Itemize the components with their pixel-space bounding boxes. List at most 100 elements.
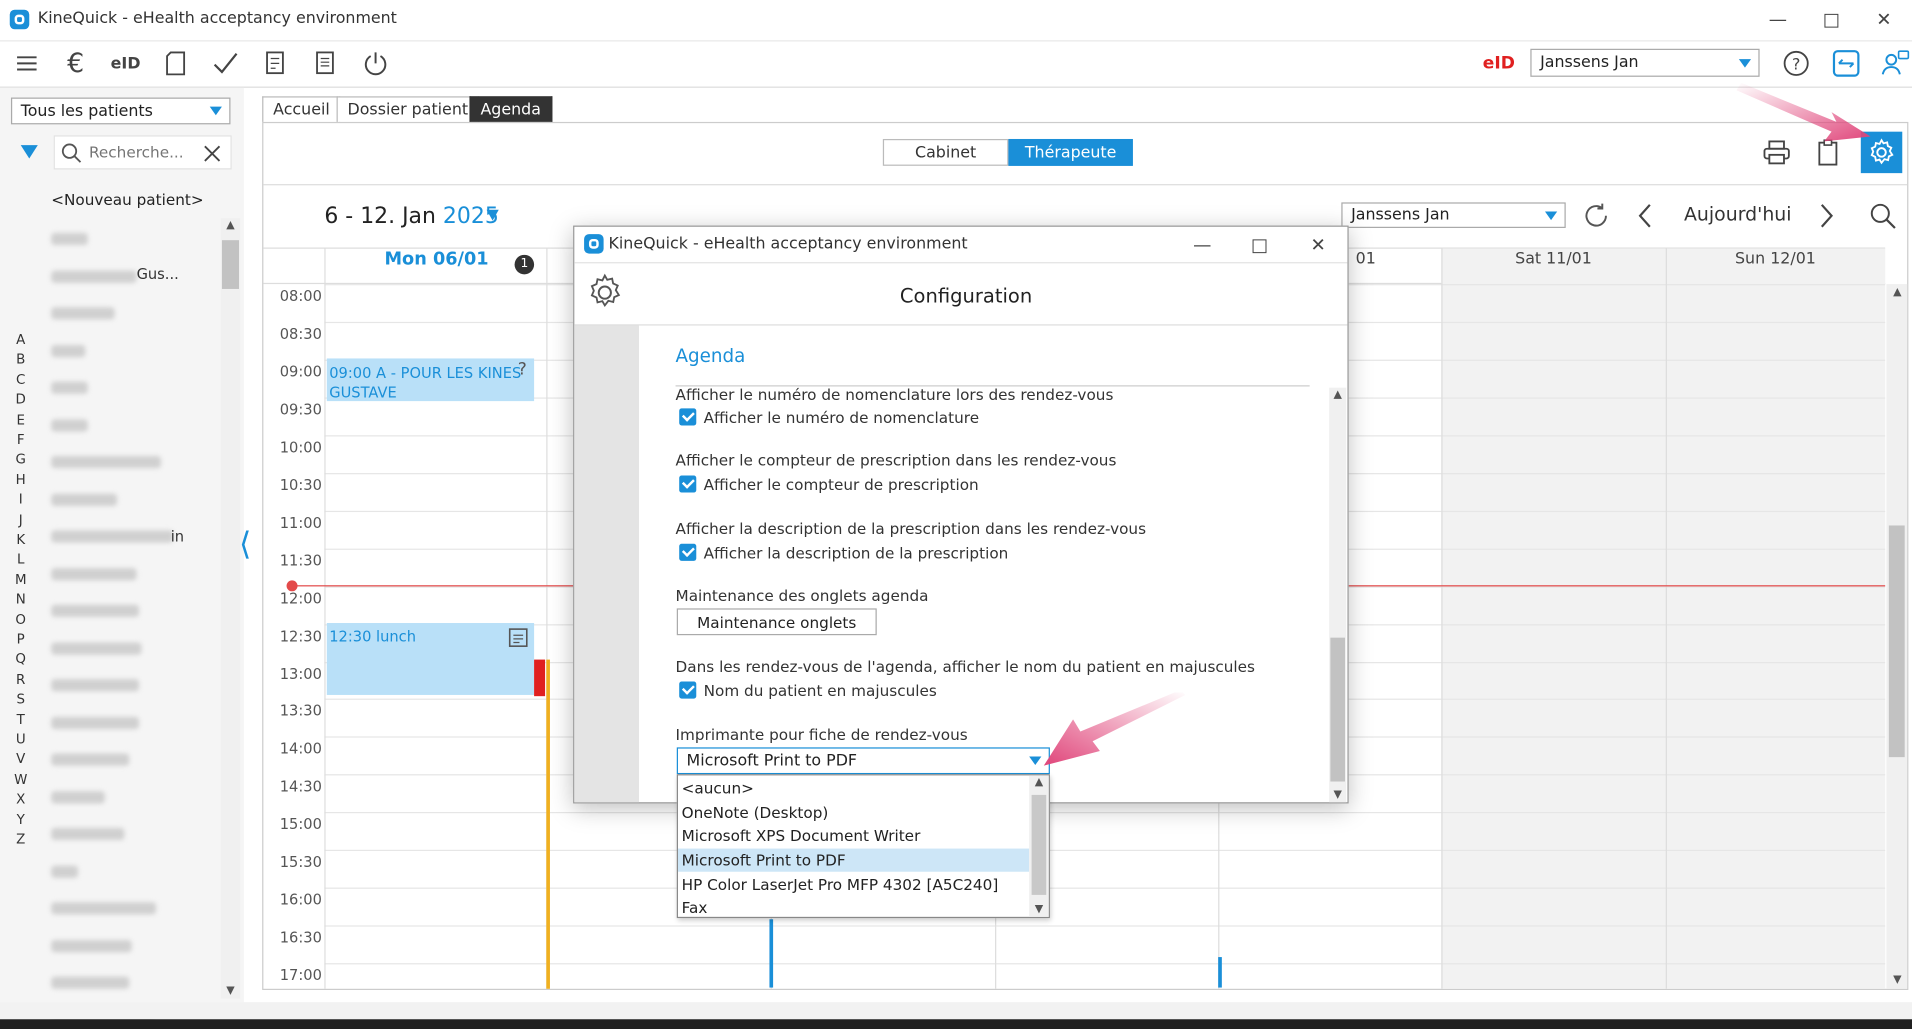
day-header-mon[interactable]: Mon 06/01 <box>327 250 546 270</box>
tab-accueil[interactable]: Accueil <box>262 96 341 122</box>
printer-option[interactable]: Fax <box>678 896 1029 920</box>
alphabet-letter-w[interactable]: W <box>13 772 28 788</box>
date-range[interactable]: 6 - 12. Jan 2025 <box>324 204 498 230</box>
alphabet-letter-m[interactable]: M <box>13 572 28 588</box>
alphabet-letter-j[interactable]: J <box>13 512 28 528</box>
minimize-button[interactable]: — <box>1756 1 1800 38</box>
printer-option[interactable]: OneNote (Desktop) <box>678 801 1029 825</box>
printer-option[interactable]: Microsoft Print to PDF <box>677 848 1030 873</box>
calendar-scrollbar[interactable]: ▲ ▼ <box>1886 284 1908 989</box>
printer-select[interactable]: Microsoft Print to PDF <box>676 747 1050 775</box>
printer-option[interactable]: Microsoft XPS Document Writer <box>678 824 1029 848</box>
user-select[interactable]: Janssens Jan <box>1530 48 1760 77</box>
check-icon[interactable] <box>209 46 243 80</box>
patient-list-item[interactable] <box>51 790 105 803</box>
dialog-minimize-button[interactable]: — <box>1180 227 1224 264</box>
search-input[interactable] <box>89 142 194 161</box>
alphabet-letter-c[interactable]: C <box>13 372 28 388</box>
euro-icon[interactable]: € <box>59 46 93 80</box>
dropdown-scrollbar[interactable]: ▲ ▼ <box>1029 775 1049 917</box>
chevron-down-icon[interactable] <box>486 209 499 221</box>
patient-list-item[interactable] <box>51 270 137 283</box>
patient-list-item[interactable] <box>51 493 118 506</box>
checkbox-compteur[interactable] <box>679 475 697 493</box>
patient-filter-select[interactable]: Tous les patients <box>10 97 231 125</box>
chevron-right-icon[interactable] <box>1810 199 1844 233</box>
refresh-icon[interactable] <box>1579 199 1613 233</box>
alphabet-letter-a[interactable]: A <box>13 332 28 348</box>
invoice-icon[interactable] <box>259 46 293 80</box>
patient-list-item[interactable] <box>51 679 140 692</box>
patient-list-item[interactable] <box>51 604 140 617</box>
dialog-close-button[interactable]: ✕ <box>1296 227 1340 264</box>
day-header-fri[interactable]: 01 <box>1347 250 1384 268</box>
alphabet-letter-g[interactable]: G <box>13 452 28 468</box>
checkbox-description[interactable] <box>679 543 697 561</box>
alphabet-letter-x[interactable]: X <box>13 791 28 807</box>
alphabet-letter-b[interactable]: B <box>13 352 28 368</box>
collapse-panel-handle[interactable]: ⟨ <box>239 527 251 564</box>
alphabet-letter-s[interactable]: S <box>13 692 28 708</box>
dialog-scrollbar[interactable]: ▲ ▼ <box>1329 387 1347 803</box>
power-icon[interactable] <box>359 46 393 80</box>
close-window-button[interactable]: ✕ <box>1862 1 1906 38</box>
alphabet-letter-q[interactable]: Q <box>13 652 28 668</box>
close-icon[interactable] <box>202 144 222 164</box>
eid-card-icon[interactable]: eID <box>109 46 143 80</box>
alphabet-letter-t[interactable]: T <box>13 712 28 728</box>
alphabet-letter-d[interactable]: D <box>13 392 28 408</box>
patient-list-item[interactable] <box>51 716 140 729</box>
search-box[interactable] <box>53 135 232 170</box>
alphabet-letter-i[interactable]: I <box>13 492 28 508</box>
tab-agenda[interactable]: Agenda <box>469 96 552 122</box>
patient-list-item[interactable] <box>51 381 88 394</box>
menu-icon[interactable] <box>10 46 44 80</box>
event-lunch[interactable]: 12:30 lunch <box>326 623 535 695</box>
patient-list-item[interactable] <box>51 939 132 952</box>
alphabet-letter-n[interactable]: N <box>13 592 28 608</box>
patient-list-item[interactable] <box>51 344 86 357</box>
filter-icon[interactable] <box>20 145 38 159</box>
patient-list-item[interactable] <box>51 567 137 580</box>
today-button[interactable]: Aujourd'hui <box>1684 204 1792 226</box>
alphabet-letter-f[interactable]: F <box>13 432 28 448</box>
list-document-icon[interactable] <box>309 46 343 80</box>
chevron-left-icon[interactable] <box>1628 199 1662 233</box>
alphabet-letter-r[interactable]: R <box>13 672 28 688</box>
view-therapeute-button[interactable]: Thérapeute <box>1008 138 1133 166</box>
document-icon[interactable] <box>159 46 193 80</box>
dialog-maximize-button[interactable]: □ <box>1238 227 1282 264</box>
patient-list-item[interactable] <box>51 902 157 915</box>
new-patient-item[interactable]: <Nouveau patient> <box>51 190 203 208</box>
patient-list-item[interactable] <box>51 865 79 878</box>
alphabet-letter-l[interactable]: L <box>13 552 28 568</box>
patient-list-item[interactable] <box>51 232 88 246</box>
tab-dossier-patient[interactable]: Dossier patient <box>336 96 480 122</box>
patient-list-item[interactable] <box>51 530 174 543</box>
alphabet-letter-o[interactable]: O <box>13 612 28 628</box>
alphabet-letter-v[interactable]: V <box>13 752 28 768</box>
maintenance-onglets-button[interactable]: Maintenance onglets <box>676 608 877 636</box>
alphabet-letter-e[interactable]: E <box>13 412 28 428</box>
checkbox-nomenclature[interactable] <box>679 408 697 426</box>
patient-list-item[interactable] <box>51 827 125 841</box>
patient-list-item[interactable] <box>51 307 115 320</box>
therapist-select[interactable]: Janssens Jan <box>1341 202 1566 228</box>
day-header-sat[interactable]: Sat 11/01 <box>1441 250 1665 268</box>
patient-list-item[interactable] <box>51 455 161 469</box>
view-cabinet-button[interactable]: Cabinet <box>882 138 1009 166</box>
patient-list-item[interactable] <box>51 976 130 989</box>
alphabet-letter-p[interactable]: P <box>13 632 28 648</box>
printer-option[interactable]: HP Color LaserJet Pro MFP 4302 [A5C240] <box>678 872 1029 896</box>
search-icon[interactable] <box>1866 199 1900 233</box>
patient-list-scrollbar[interactable]: ▲ ▼ <box>220 218 241 999</box>
alphabet-letter-z[interactable]: Z <box>13 831 28 847</box>
patient-list-item[interactable] <box>51 641 142 655</box>
alphabet-letter-y[interactable]: Y <box>13 811 28 827</box>
maximize-button[interactable]: □ <box>1810 1 1854 38</box>
alphabet-letter-h[interactable]: H <box>13 472 28 488</box>
checkbox-majuscules[interactable] <box>679 681 697 699</box>
alphabet-letter-u[interactable]: U <box>13 732 28 748</box>
day-header-sun[interactable]: Sun 12/01 <box>1666 250 1885 268</box>
patient-list-item[interactable] <box>51 753 130 766</box>
